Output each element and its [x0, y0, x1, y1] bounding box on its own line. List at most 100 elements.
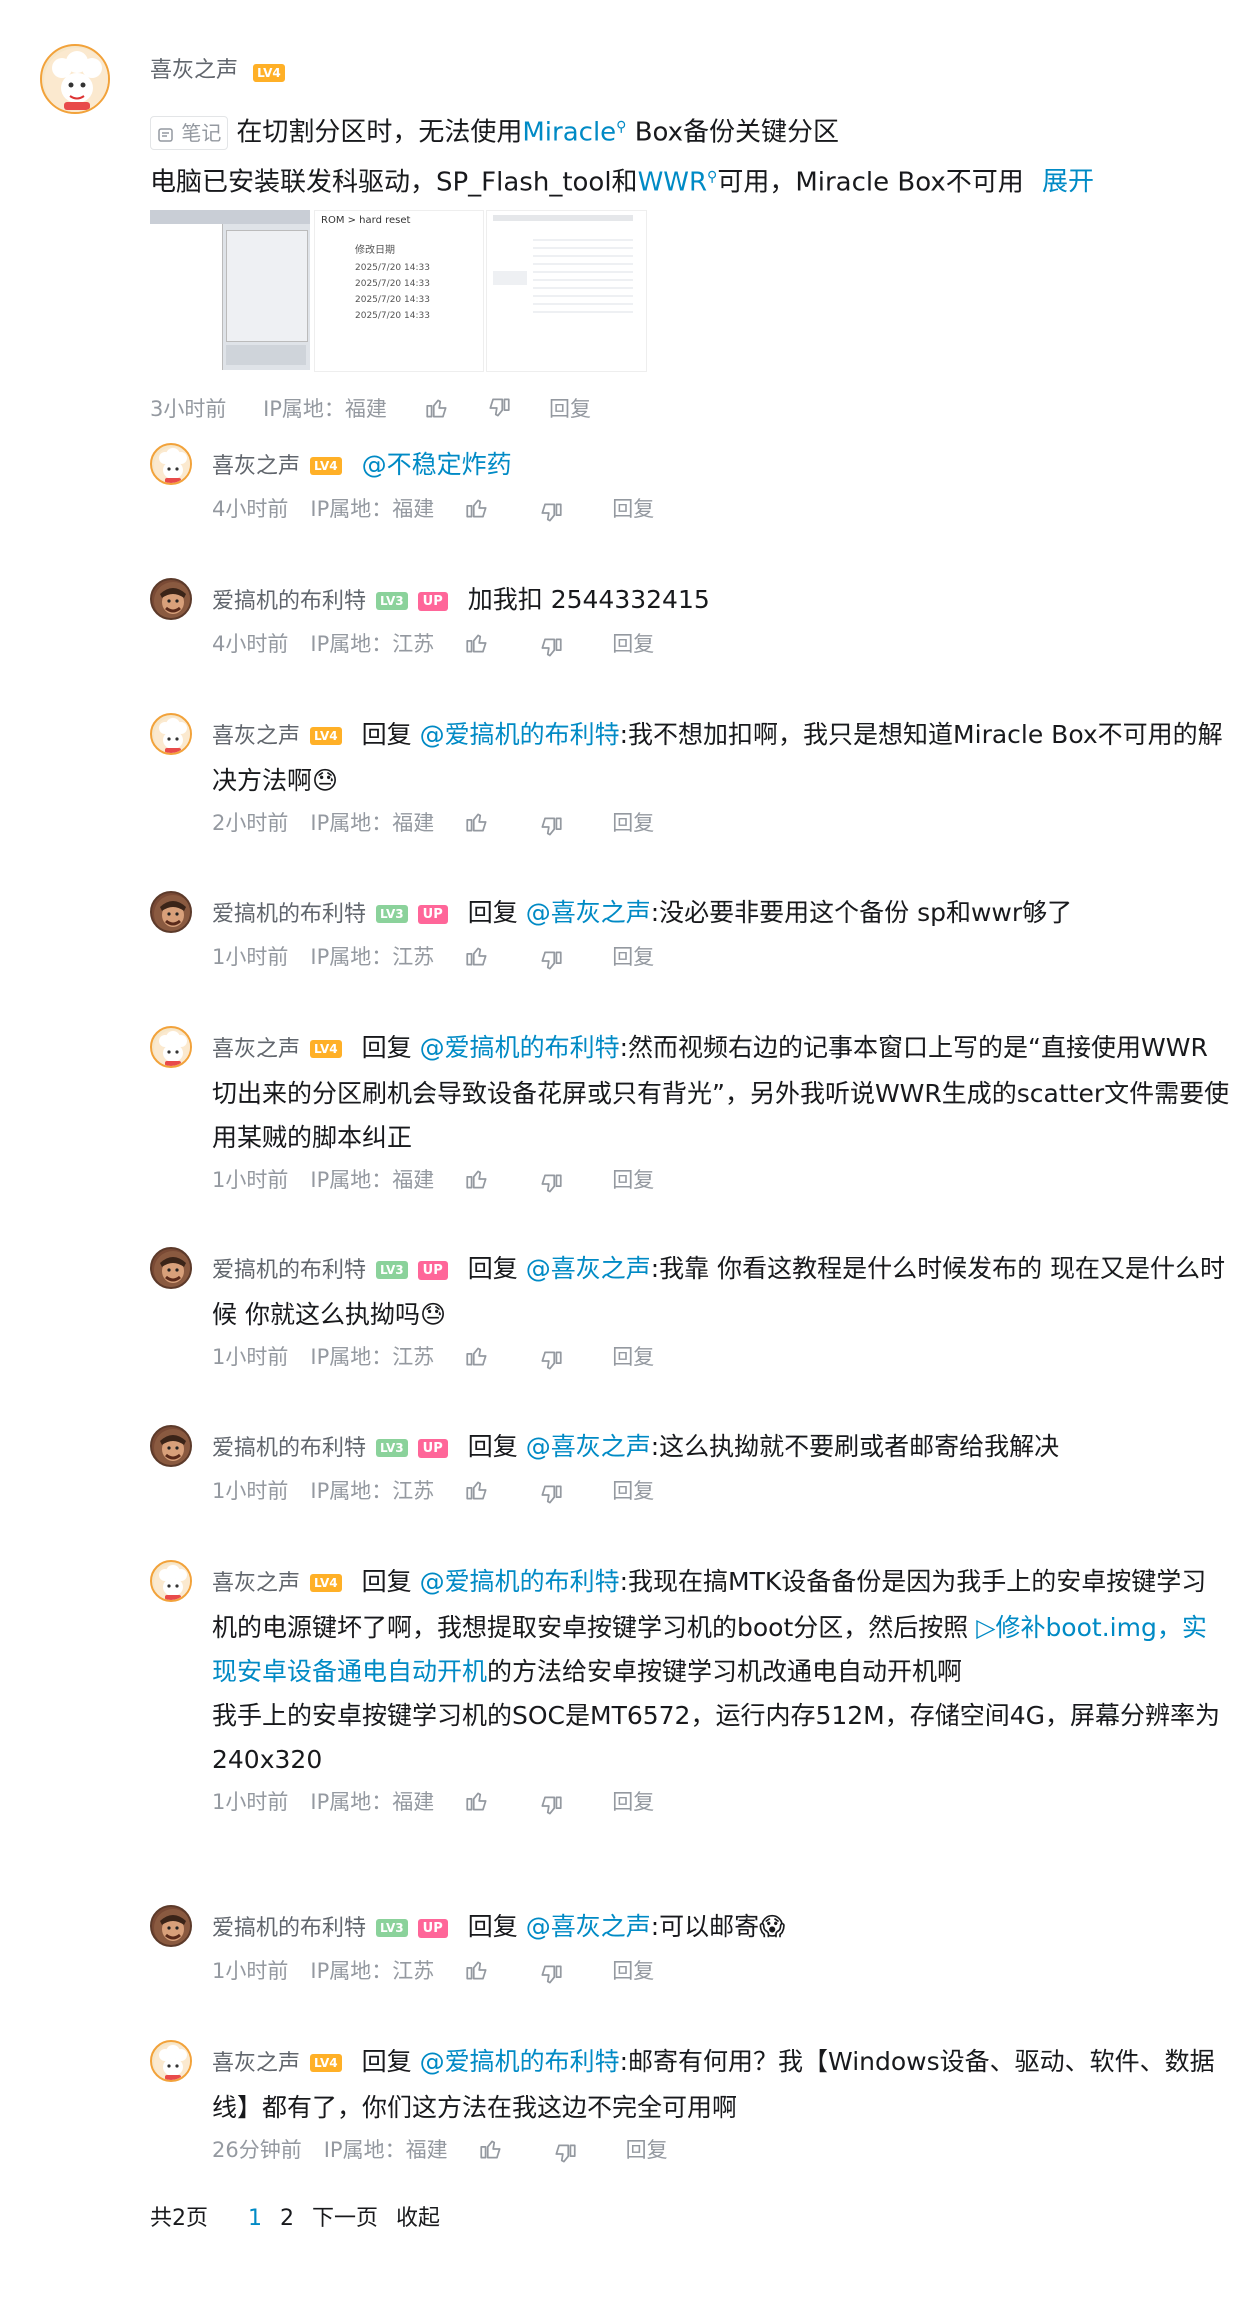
- dislike-icon[interactable]: [538, 1343, 564, 1374]
- dislike-icon[interactable]: [538, 1788, 564, 1819]
- reply-content: 喜灰之声 LV4 回复 @爱搞机的布利特:我不想加扣啊，我只是想知道Miracle …: [212, 713, 1230, 803]
- reply-content: 喜灰之声 LV4 @不稳定炸药: [212, 443, 1230, 489]
- mention-link[interactable]: @爱搞机的布利特: [420, 720, 620, 749]
- username[interactable]: 喜灰之声: [212, 724, 300, 749]
- like-icon[interactable]: [464, 943, 490, 974]
- collapse-link[interactable]: 收起: [396, 2206, 440, 2231]
- username[interactable]: 喜灰之声: [212, 2051, 300, 2076]
- dislike-icon[interactable]: [538, 1477, 564, 1508]
- username[interactable]: 爱搞机的布利特: [212, 589, 366, 614]
- avatar[interactable]: [150, 578, 192, 620]
- ip-location: IP属地：福建: [310, 1790, 435, 1814]
- like-icon[interactable]: [464, 809, 490, 840]
- screenshot-image[interactable]: ROM > hard reset 修改日期 2025/7/20 14:33 20…: [314, 210, 484, 372]
- dislike-icon[interactable]: [486, 395, 512, 426]
- like-icon[interactable]: [464, 1788, 490, 1819]
- username[interactable]: 喜灰之声: [212, 454, 300, 479]
- mention-link[interactable]: @爱搞机的布利特: [420, 1567, 620, 1596]
- image-date: 2025/7/20 14:33: [355, 295, 430, 305]
- reply-content: 喜灰之声 LV4 回复 @爱搞机的布利特:然而视频右边的记事本窗口上写的是“直接使用…: [212, 1026, 1230, 1160]
- avatar[interactable]: [150, 713, 192, 755]
- like-icon[interactable]: [464, 1343, 490, 1374]
- screenshot-image[interactable]: [486, 210, 647, 372]
- ip-location: IP属地：福建: [263, 397, 387, 421]
- reply-prefix: 回复: [361, 720, 420, 749]
- avatar[interactable]: [150, 1425, 192, 1467]
- avatar[interactable]: [150, 1247, 192, 1289]
- reply-time: 4小时前: [212, 497, 289, 521]
- avatar[interactable]: [150, 1560, 192, 1602]
- reply-button[interactable]: 回复: [612, 811, 654, 835]
- avatar[interactable]: [150, 443, 192, 485]
- reply-button[interactable]: 回复: [612, 1790, 654, 1814]
- reply-button[interactable]: 回复: [612, 1168, 654, 1192]
- reply-body: 爱搞机的布利特 LV3 UP 回复 @喜灰之声:我靠 你看这教程是什么时候发布的 现在…: [212, 1247, 1230, 1374]
- page-1-link[interactable]: 1: [248, 2206, 262, 2231]
- mention-link[interactable]: @爱搞机的布利特: [420, 2047, 620, 2076]
- search-link[interactable]: WWR: [638, 167, 707, 197]
- expand-button[interactable]: 展开: [1042, 167, 1094, 197]
- reply-button[interactable]: 回复: [612, 1959, 654, 1983]
- dislike-icon[interactable]: [538, 495, 564, 526]
- ip-location: IP属地：福建: [310, 497, 435, 521]
- search-link[interactable]: Miracle: [522, 118, 616, 148]
- avatar[interactable]: [40, 44, 110, 114]
- dislike-icon[interactable]: [538, 1166, 564, 1197]
- pagination: 共2页 1 2 下一页 收起: [150, 2200, 458, 2232]
- sheep-avatar-icon: [154, 1030, 190, 1066]
- mention-link[interactable]: @喜灰之声: [526, 1432, 651, 1461]
- up-badge: UP: [417, 904, 448, 924]
- reply-button[interactable]: 回复: [612, 1479, 654, 1503]
- reply-button[interactable]: 回复: [612, 945, 654, 969]
- reply-time: 2小时前: [212, 811, 289, 835]
- search-small-icon: ⚲: [707, 168, 718, 185]
- like-icon[interactable]: [424, 395, 450, 426]
- username[interactable]: 爱搞机的布利特: [212, 1258, 366, 1283]
- avatar[interactable]: [150, 891, 192, 933]
- screenshot-image[interactable]: [150, 210, 310, 370]
- dislike-icon[interactable]: [538, 943, 564, 974]
- mention-link[interactable]: @喜灰之声: [526, 1254, 651, 1283]
- username[interactable]: 爱搞机的布利特: [212, 1916, 366, 1941]
- dislike-icon[interactable]: [538, 1957, 564, 1988]
- mention-link[interactable]: @爱搞机的布利特: [420, 1033, 620, 1062]
- character-avatar-icon: [154, 1909, 190, 1945]
- page-2-link[interactable]: 2: [280, 2206, 294, 2231]
- like-icon[interactable]: [464, 495, 490, 526]
- comment-images: ROM > hard reset 修改日期 2025/7/20 14:33 20…: [150, 210, 647, 372]
- reply-button[interactable]: 回复: [612, 497, 654, 521]
- like-icon[interactable]: [464, 1166, 490, 1197]
- username[interactable]: 爱搞机的布利特: [212, 1436, 366, 1461]
- next-page-link[interactable]: 下一页: [312, 2206, 378, 2231]
- note-icon: [158, 127, 173, 142]
- username[interactable]: 喜灰之声: [150, 58, 238, 83]
- avatar[interactable]: [150, 1026, 192, 1068]
- dislike-icon[interactable]: [538, 809, 564, 840]
- reply-text: :这么执拗就不要刷或者邮寄给我解决: [650, 1432, 1060, 1461]
- username[interactable]: 爱搞机的布利特: [212, 902, 366, 927]
- reply-button[interactable]: 回复: [612, 1345, 654, 1369]
- image-column: 修改日期: [355, 245, 395, 256]
- like-icon[interactable]: [464, 630, 490, 661]
- sheep-avatar-icon: [154, 1564, 190, 1600]
- comment-text: 可用，Miracle Box不可用: [717, 167, 1024, 198]
- like-icon[interactable]: [464, 1477, 490, 1508]
- ip-location: IP属地：江苏: [310, 1959, 435, 1983]
- mention-link[interactable]: @不稳定炸药: [362, 450, 512, 479]
- avatar[interactable]: [150, 2040, 192, 2082]
- username[interactable]: 喜灰之声: [212, 1037, 300, 1062]
- reply-meta: 1小时前 IP属地：江苏 回复: [212, 1475, 1230, 1508]
- avatar[interactable]: [150, 1905, 192, 1947]
- like-icon[interactable]: [478, 2136, 504, 2167]
- reply-button[interactable]: 回复: [549, 397, 591, 421]
- dislike-icon[interactable]: [538, 630, 564, 661]
- mention-link[interactable]: @喜灰之声: [526, 1912, 651, 1941]
- reply-button[interactable]: 回复: [626, 2138, 668, 2162]
- dislike-icon[interactable]: [552, 2136, 578, 2167]
- like-icon[interactable]: [464, 1957, 490, 1988]
- character-avatar-icon: [154, 1251, 190, 1287]
- level-badge: LV3: [376, 1261, 408, 1279]
- mention-link[interactable]: @喜灰之声: [526, 898, 651, 927]
- reply-button[interactable]: 回复: [612, 632, 654, 656]
- username[interactable]: 喜灰之声: [212, 1571, 300, 1596]
